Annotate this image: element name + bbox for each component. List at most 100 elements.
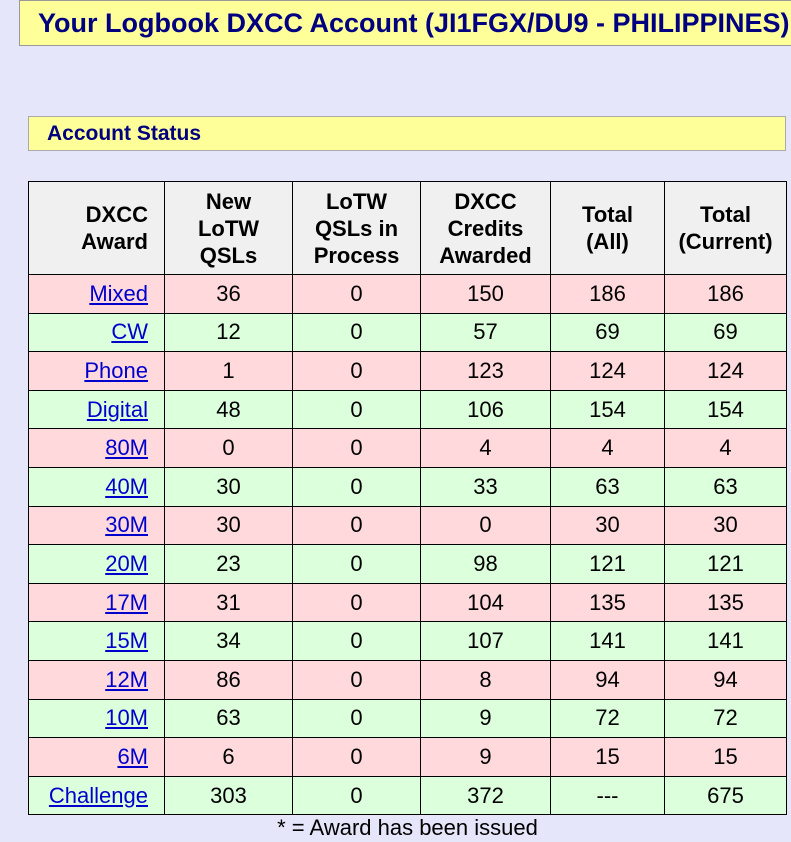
- award-cell: 10M: [28, 698, 165, 739]
- cell-total-current: 30: [664, 505, 787, 546]
- cell-total-all: 121: [550, 544, 665, 584]
- award-link-30m[interactable]: 30M: [105, 512, 148, 537]
- cell-total-all: ---: [550, 775, 665, 816]
- header-new-lotw-qsls: New LoTW QSLs: [164, 181, 293, 275]
- cell-new-lotw: 6: [164, 737, 293, 777]
- award-cell: 17M: [28, 582, 165, 623]
- cell-total-all: 69: [550, 312, 665, 353]
- table-row: Mixed 36 0 150 186 186: [28, 274, 787, 314]
- cell-credits: 0: [420, 505, 551, 546]
- cell-total-current: 15: [664, 737, 787, 777]
- cell-new-lotw: 48: [164, 389, 293, 430]
- page-title: Your Logbook DXCC Account (JI1FGX/DU9 - …: [38, 8, 790, 38]
- award-cell: CW: [28, 312, 165, 353]
- award-link-20m[interactable]: 20M: [105, 551, 148, 576]
- cell-new-lotw: 303: [164, 775, 293, 816]
- cell-total-current: 72: [664, 698, 787, 739]
- cell-new-lotw: 86: [164, 659, 293, 700]
- award-link-mixed[interactable]: Mixed: [89, 281, 148, 306]
- cell-total-all: 4: [550, 428, 665, 468]
- cell-in-process: 0: [292, 274, 421, 314]
- table-row: 20M 23 0 98 121 121: [28, 544, 787, 584]
- award-link-phone[interactable]: Phone: [84, 358, 148, 383]
- cell-total-all: 30: [550, 505, 665, 546]
- cell-credits: 106: [420, 389, 551, 430]
- cell-in-process: 0: [292, 544, 421, 584]
- cell-total-current: 4: [664, 428, 787, 468]
- cell-new-lotw: 23: [164, 544, 293, 584]
- table-row: Challenge 303 0 372 --- 675: [28, 775, 787, 816]
- award-link-12m[interactable]: 12M: [105, 667, 148, 692]
- footnote: * = Award has been issued: [277, 815, 538, 840]
- award-link-10m[interactable]: 10M: [105, 705, 148, 730]
- award-link-17m[interactable]: 17M: [105, 590, 148, 615]
- cell-credits: 8: [420, 659, 551, 700]
- table-row: 15M 34 0 107 141 141: [28, 621, 787, 661]
- table-header-row: DXCC Award New LoTW QSLs LoTW QSLs in Process…: [28, 181, 787, 275]
- table-row: 80M 0 0 4 4 4: [28, 428, 787, 468]
- cell-credits: 107: [420, 621, 551, 661]
- award-cell: 30M: [28, 505, 165, 546]
- cell-total-all: 141: [550, 621, 665, 661]
- cell-total-current: 135: [664, 582, 787, 623]
- award-link-80m[interactable]: 80M: [105, 435, 148, 460]
- award-link-6m[interactable]: 6M: [117, 744, 148, 769]
- cell-credits: 150: [420, 274, 551, 314]
- cell-credits: 104: [420, 582, 551, 623]
- cell-total-current: 675: [664, 775, 787, 816]
- table-row: Digital 48 0 106 154 154: [28, 389, 787, 430]
- header-total-all: Total (All): [550, 181, 665, 275]
- cell-credits: 33: [420, 466, 551, 507]
- cell-credits: 98: [420, 544, 551, 584]
- award-rows: Mixed 36 0 150 186 186 CW 12 0 57 69 69 Phone 1 0 123 12…: [28, 274, 787, 816]
- cell-new-lotw: 31: [164, 582, 293, 623]
- cell-total-all: 63: [550, 466, 665, 507]
- award-cell: 20M: [28, 544, 165, 584]
- cell-in-process: 0: [292, 428, 421, 468]
- award-cell: 40M: [28, 466, 165, 507]
- award-cell: 80M: [28, 428, 165, 468]
- cell-total-current: 69: [664, 312, 787, 353]
- section-title: Account Status: [47, 122, 202, 145]
- table-row: Phone 1 0 123 124 124: [28, 351, 787, 391]
- cell-new-lotw: 63: [164, 698, 293, 739]
- cell-in-process: 0: [292, 582, 421, 623]
- cell-credits: 9: [420, 698, 551, 739]
- table-row: CW 12 0 57 69 69: [28, 312, 787, 353]
- cell-credits: 57: [420, 312, 551, 353]
- award-cell: Challenge: [28, 775, 165, 816]
- cell-total-all: 124: [550, 351, 665, 391]
- award-cell: Digital: [28, 389, 165, 430]
- cell-new-lotw: 30: [164, 466, 293, 507]
- cell-in-process: 0: [292, 698, 421, 739]
- cell-new-lotw: 0: [164, 428, 293, 468]
- cell-credits: 4: [420, 428, 551, 468]
- award-link-challenge[interactable]: Challenge: [49, 783, 148, 808]
- table-row: 30M 30 0 0 30 30: [28, 505, 787, 546]
- cell-in-process: 0: [292, 351, 421, 391]
- award-cell: 15M: [28, 621, 165, 661]
- cell-in-process: 0: [292, 659, 421, 700]
- award-cell: 6M: [28, 737, 165, 777]
- cell-total-current: 154: [664, 389, 787, 430]
- table-row: 12M 86 0 8 94 94: [28, 659, 787, 700]
- cell-new-lotw: 34: [164, 621, 293, 661]
- cell-in-process: 0: [292, 312, 421, 353]
- cell-credits: 123: [420, 351, 551, 391]
- table-row: 40M 30 0 33 63 63: [28, 466, 787, 507]
- header-total-current: Total (Current): [664, 181, 787, 275]
- cell-credits: 9: [420, 737, 551, 777]
- award-cell: Phone: [28, 351, 165, 391]
- award-link-digital[interactable]: Digital: [87, 397, 148, 422]
- award-link-15m[interactable]: 15M: [105, 628, 148, 653]
- header-lotw-qsls-in-process: LoTW QSLs in Process: [292, 181, 421, 275]
- award-link-40m[interactable]: 40M: [105, 474, 148, 499]
- header-dxcc-credits-awarded: DXCC Credits Awarded: [420, 181, 551, 275]
- cell-in-process: 0: [292, 621, 421, 661]
- cell-new-lotw: 1: [164, 351, 293, 391]
- dxcc-award-table: DXCC Award New LoTW QSLs LoTW QSLs in Process…: [28, 181, 787, 816]
- cell-in-process: 0: [292, 389, 421, 430]
- award-link-cw[interactable]: CW: [111, 319, 148, 344]
- cell-in-process: 0: [292, 775, 421, 816]
- cell-total-current: 124: [664, 351, 787, 391]
